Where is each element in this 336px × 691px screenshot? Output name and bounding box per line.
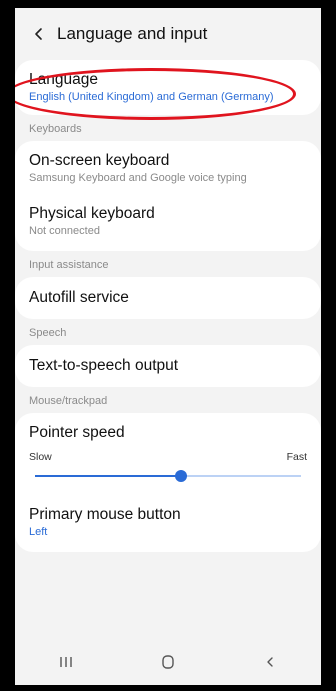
language-title: Language (29, 71, 98, 88)
tts-title: Text-to-speech output (29, 357, 179, 374)
autofill-item[interactable]: Autofill service (15, 277, 321, 319)
slider-max-label: Fast (286, 451, 307, 463)
slider-min-label: Slow (29, 451, 52, 463)
section-keyboards: Keyboards (29, 123, 82, 135)
slider-fill (35, 475, 182, 477)
section-speech: Speech (29, 327, 67, 339)
physical-keyboard-sub: Not connected (29, 225, 100, 237)
primary-mouse-item[interactable]: Primary mouse button Left (15, 489, 321, 552)
settings-screen: Language and input Language English (Uni… (15, 8, 321, 685)
physical-keyboard-item[interactable]: Physical keyboard Not connected (15, 196, 321, 251)
onscreen-keyboard-item[interactable]: On-screen keyboard Samsung Keyboard and … (15, 141, 321, 196)
section-input-assistance: Input assistance (29, 259, 109, 271)
recents-icon (60, 657, 72, 667)
pointer-speed-item: Pointer speed Slow Fast (15, 413, 321, 489)
input-assistance-card: Autofill service (15, 277, 321, 319)
slider-thumb[interactable] (175, 470, 188, 482)
chevron-left-icon (35, 28, 42, 40)
recents-button[interactable] (46, 647, 86, 677)
app-bar: Language and input (15, 8, 321, 60)
primary-mouse-value: Left (29, 526, 48, 538)
home-button[interactable] (148, 647, 188, 677)
speech-card: Text-to-speech output (15, 345, 321, 387)
pointer-speed-title: Pointer speed (29, 424, 125, 441)
tts-item[interactable]: Text-to-speech output (15, 345, 321, 387)
keyboards-card: On-screen keyboard Samsung Keyboard and … (15, 141, 321, 251)
section-mouse: Mouse/trackpad (29, 395, 108, 407)
language-item[interactable]: Language English (United Kingdom) and Ge… (15, 60, 321, 115)
back-icon (267, 657, 273, 667)
back-button[interactable] (23, 18, 55, 50)
nav-back-button[interactable] (250, 647, 290, 677)
autofill-title: Autofill service (29, 289, 129, 306)
pointer-speed-labels: Slow Fast (29, 451, 307, 463)
onscreen-keyboard-sub: Samsung Keyboard and Google voice typing (29, 172, 247, 184)
mouse-card: Pointer speed Slow Fast Primary mouse bu… (15, 413, 321, 552)
home-icon (162, 655, 174, 669)
onscreen-keyboard-title: On-screen keyboard (29, 152, 170, 169)
system-nav-bar (15, 639, 321, 685)
page-title: Language and input (57, 24, 208, 43)
physical-keyboard-title: Physical keyboard (29, 205, 155, 222)
primary-mouse-title: Primary mouse button (29, 506, 181, 523)
pointer-speed-slider[interactable] (35, 467, 301, 485)
language-card: Language English (United Kingdom) and Ge… (15, 60, 321, 115)
language-value: English (United Kingdom) and German (Ger… (29, 91, 274, 103)
